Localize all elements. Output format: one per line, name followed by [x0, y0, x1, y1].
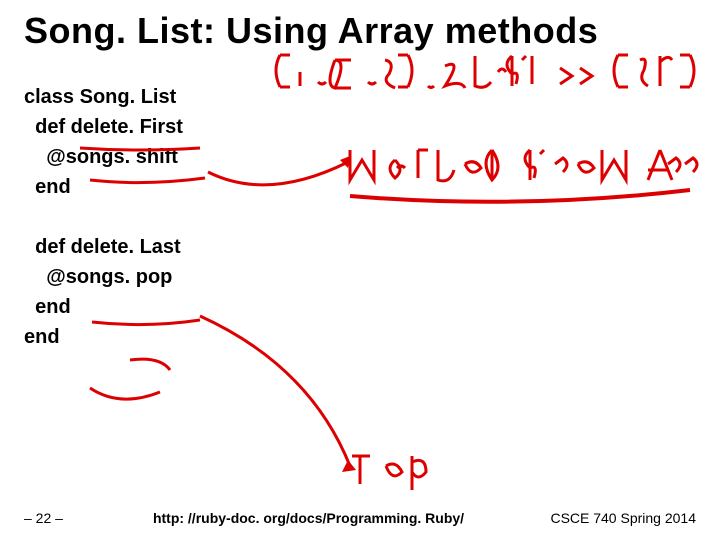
footer: – 22 – http: //ruby-doc. org/docs/Progra…: [0, 510, 720, 526]
page-title: Song. List: Using Array methods: [24, 10, 696, 52]
footer-url: http: //ruby-doc. org/docs/Programming. …: [153, 510, 464, 526]
course-label: CSCE 740 Spring 2014: [550, 510, 696, 526]
slide: Song. List: Using Array methods class So…: [0, 0, 720, 540]
code-block: class Song. List def delete. First @song…: [24, 82, 696, 352]
page-number: – 22 –: [24, 510, 63, 526]
